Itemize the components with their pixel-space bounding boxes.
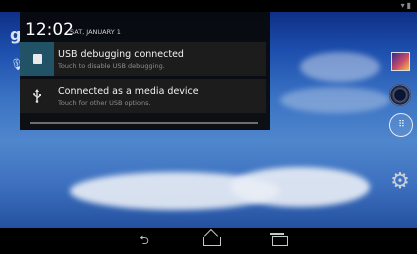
clock: 12:02 <box>25 20 74 40</box>
notification-text: Touch to disable USB debugging. <box>58 62 165 70</box>
cloud <box>230 167 370 207</box>
back-icon: ⮌ <box>139 232 149 247</box>
back-button[interactable]: ⮌ <box>132 233 156 249</box>
gallery-icon[interactable] <box>391 52 410 71</box>
battery-icon: ▮ <box>406 1 413 10</box>
notification-usb-debugging[interactable]: USB debugging connected Touch to disable… <box>20 42 266 76</box>
home-button[interactable] <box>200 233 224 249</box>
recent-apps-button[interactable] <box>268 233 292 249</box>
apps-icon[interactable]: ⠿ <box>389 113 413 137</box>
cloud <box>280 87 390 113</box>
notification-title: USB debugging connected <box>58 49 184 60</box>
status-bar: ▾▮ <box>0 0 417 12</box>
notification-text: Touch for other USB options. <box>58 99 151 107</box>
notification-title: Connected as a media device <box>58 86 199 97</box>
camera-icon[interactable] <box>389 84 411 106</box>
navigation-bar: ⮌ <box>0 228 417 254</box>
status-icons: ▾▮ <box>401 1 413 10</box>
usb-icon <box>20 79 54 113</box>
notification-shade: 12:02 SAT, JANUARY 1 USB debugging conne… <box>20 12 270 130</box>
android-icon <box>20 42 54 76</box>
cloud <box>300 52 380 82</box>
settings-icon[interactable]: ⚙ <box>389 169 411 194</box>
shade-drag-handle[interactable] <box>30 122 258 124</box>
notification-media-device[interactable]: Connected as a media device Touch for ot… <box>20 79 266 113</box>
recents-icon <box>270 233 288 246</box>
home-icon <box>203 236 221 246</box>
shade-header: 12:02 SAT, JANUARY 1 <box>20 12 270 42</box>
date: SAT, JANUARY 1 <box>70 28 121 36</box>
android-home-screen: ▾▮ g 🎙 ⠿ ⚙ 12:02 SAT, JANUARY 1 USB debu… <box>0 0 417 254</box>
